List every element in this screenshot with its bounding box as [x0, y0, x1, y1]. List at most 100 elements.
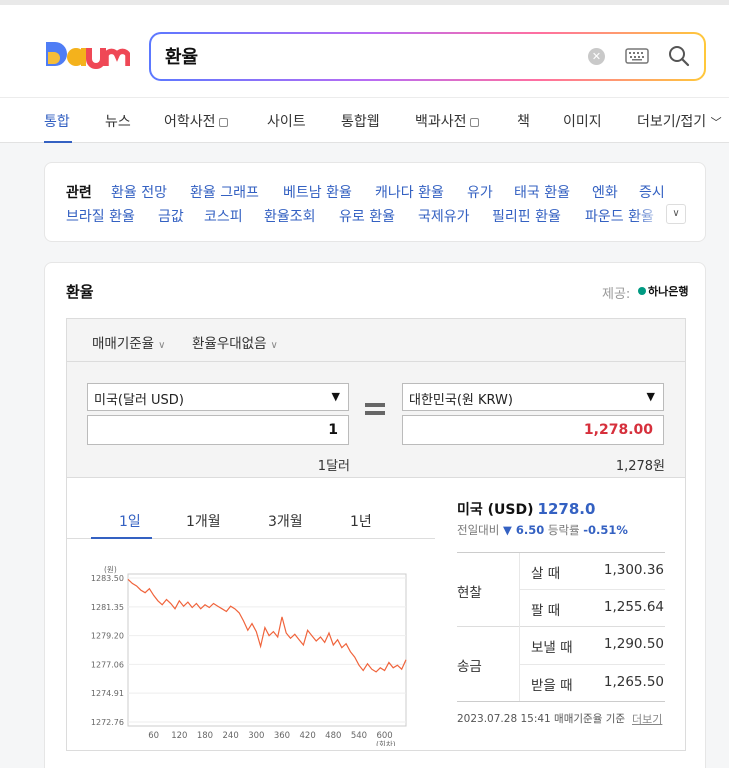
x-tick-label: 240 — [223, 731, 239, 741]
related-link[interactable]: 증시 — [639, 182, 665, 202]
chevron-down-icon: ∨ — [270, 340, 278, 351]
period-tab-1d[interactable]: 1일 — [119, 511, 141, 531]
search-input[interactable] — [165, 45, 545, 66]
tab-integrated[interactable]: 통합 — [44, 111, 70, 131]
expand-related-button[interactable]: ∨ — [666, 204, 686, 224]
pct-value: -0.51% — [583, 523, 628, 537]
x-tick-label: 540 — [351, 731, 367, 741]
related-link[interactable]: 환율조회 — [264, 206, 316, 226]
tab-encyclopedia-label: 백과사전 — [415, 114, 467, 130]
provider-label: 제공: — [602, 287, 631, 302]
chevron-down-icon: ﹀ — [710, 116, 722, 129]
to-amount-input[interactable]: 1,278.00 — [402, 415, 664, 445]
related-searches: 관련 환율 전망 환율 그래프 베트남 환율 캐나다 환율 유가 태국 환율 엔… — [44, 162, 706, 242]
x-tick-label: 60 — [148, 731, 159, 741]
y-tick-label: 1277.06 — [91, 660, 124, 669]
related-link[interactable]: 캐나다 환율 — [375, 182, 444, 202]
x-axis-label: (회차) — [376, 740, 396, 746]
equals-icon — [365, 403, 385, 415]
to-currency-select[interactable]: 대한민국(원 KRW) ▼ — [402, 383, 664, 411]
y-tick-label: 1274.91 — [91, 689, 124, 698]
period-tab-1m[interactable]: 1개월 — [186, 511, 221, 531]
related-link[interactable]: 엔화 — [592, 182, 618, 202]
related-link[interactable]: 유가 — [467, 182, 493, 202]
rate-type-dropdown[interactable]: 매매기준율 ∨ — [92, 332, 165, 352]
hana-logo-icon — [638, 287, 646, 295]
rate-basis-text: 2023.07.28 15:41 매매기준율 기준 — [457, 713, 626, 725]
tab-dictionary[interactable]: 어학사전 — [164, 111, 228, 131]
related-link[interactable]: 국제유가 — [418, 206, 470, 226]
from-currency-label: 미국(달러 USD) — [94, 393, 184, 408]
tab-more[interactable]: 더보기/접기 ﹀ — [637, 111, 722, 131]
search-tabs: 통합 뉴스 어학사전 사이트 통합웹 백과사전 책 이미지 더보기/접기 ﹀ — [0, 97, 729, 143]
card-title: 환율 — [66, 283, 94, 301]
row-value: 1,290.50 — [603, 636, 664, 652]
period-tab-3m[interactable]: 3개월 — [268, 511, 303, 531]
current-rate: 1278.0 — [537, 500, 596, 518]
daum-logo[interactable] — [44, 38, 130, 70]
tab-images[interactable]: 이미지 — [563, 111, 602, 131]
dropdown-arrow-icon: ▼ — [331, 390, 340, 403]
table-border — [457, 701, 665, 702]
tab-news[interactable]: 뉴스 — [105, 111, 131, 131]
related-link[interactable]: 환율 그래프 — [190, 182, 259, 202]
table-border — [519, 553, 520, 701]
x-tick-label: 480 — [325, 731, 341, 741]
row-value: 1,255.64 — [603, 599, 664, 615]
related-link[interactable]: 브라질 환율 — [66, 206, 135, 226]
related-link[interactable]: 금값 — [158, 206, 184, 226]
currency-converter: 매매기준율 ∨ 환율우대없음 ∨ 미국(달러 USD) ▼ 1 대한민국(원 KRW)… — [66, 318, 686, 478]
to-unit-text: 1,278원 — [615, 459, 665, 474]
tab-site[interactable]: 사이트 — [267, 111, 306, 131]
external-link-icon — [218, 118, 228, 127]
row-label: 살 때 — [531, 566, 561, 582]
x-tick-label: 120 — [171, 731, 187, 741]
row-value: 1,265.50 — [603, 674, 664, 690]
clear-icon[interactable]: ✕ — [588, 48, 605, 65]
from-amount-input[interactable]: 1 — [87, 415, 349, 445]
divider — [67, 361, 685, 362]
exchange-rate-card: 환율 제공: 하나은행 매매기준율 ∨ 환율우대없음 ∨ 미국(달러 USD) ▼ 1… — [44, 262, 706, 768]
chevron-down-icon: ∨ — [672, 208, 680, 219]
tab-web[interactable]: 통합웹 — [341, 111, 380, 131]
y-tick-label: 1283.50 — [91, 574, 124, 583]
related-link[interactable]: 코스피 — [204, 206, 243, 226]
active-period-indicator — [91, 537, 152, 539]
from-currency-select[interactable]: 미국(달러 USD) ▼ — [87, 383, 349, 411]
tab-encyclopedia[interactable]: 백과사전 — [415, 111, 479, 131]
related-link[interactable]: 필리핀 환율 — [492, 206, 561, 226]
related-title: 관련 — [66, 185, 92, 201]
search-icon[interactable] — [667, 44, 691, 68]
row-label: 보낼 때 — [531, 640, 573, 656]
x-tick-label: 420 — [300, 731, 316, 741]
header: ✕ — [0, 0, 729, 97]
tab-dictionary-label: 어학사전 — [164, 114, 216, 130]
keyboard-icon[interactable] — [625, 48, 649, 64]
currency-name: 미국 (USD) — [457, 502, 534, 518]
change-value: ▼ 6.50 — [502, 523, 545, 537]
related-link[interactable]: 유로 환율 — [339, 206, 395, 226]
more-link[interactable]: 더보기 — [632, 711, 662, 727]
related-link[interactable]: 태국 환율 — [514, 182, 570, 202]
row-value: 1,300.36 — [603, 562, 664, 578]
related-link[interactable]: 환율 전망 — [111, 182, 167, 202]
period-tab-1y[interactable]: 1년 — [350, 511, 372, 531]
rate-type-label: 매매기준율 — [92, 336, 155, 352]
active-tab-indicator — [44, 141, 72, 143]
tab-more-label: 더보기/접기 — [637, 114, 707, 130]
table-border — [457, 552, 665, 553]
preference-label: 환율우대없음 — [192, 336, 267, 352]
preference-dropdown[interactable]: 환율우대없음 ∨ — [192, 332, 278, 352]
related-link[interactable]: 베트남 환율 — [283, 182, 352, 202]
provider-name: 하나은행 — [648, 285, 689, 298]
search-box: ✕ — [149, 32, 706, 81]
table-border — [520, 664, 665, 665]
to-currency-label: 대한민국(원 KRW) — [409, 393, 513, 408]
x-tick-label: 300 — [248, 731, 264, 741]
provider-logo: 하나은행 — [638, 283, 688, 299]
row-label: 팔 때 — [531, 603, 561, 619]
rate-summary-head: 미국 (USD) 1278.0 — [457, 499, 595, 519]
tab-books[interactable]: 책 — [517, 111, 530, 131]
rate-change: 전일대비 ▼ 6.50 등락률 -0.51% — [457, 522, 628, 538]
rate-line-chart: 1283.50 1281.35 1279.20 1277.06 1274.91 1272.… — [91, 565, 407, 746]
